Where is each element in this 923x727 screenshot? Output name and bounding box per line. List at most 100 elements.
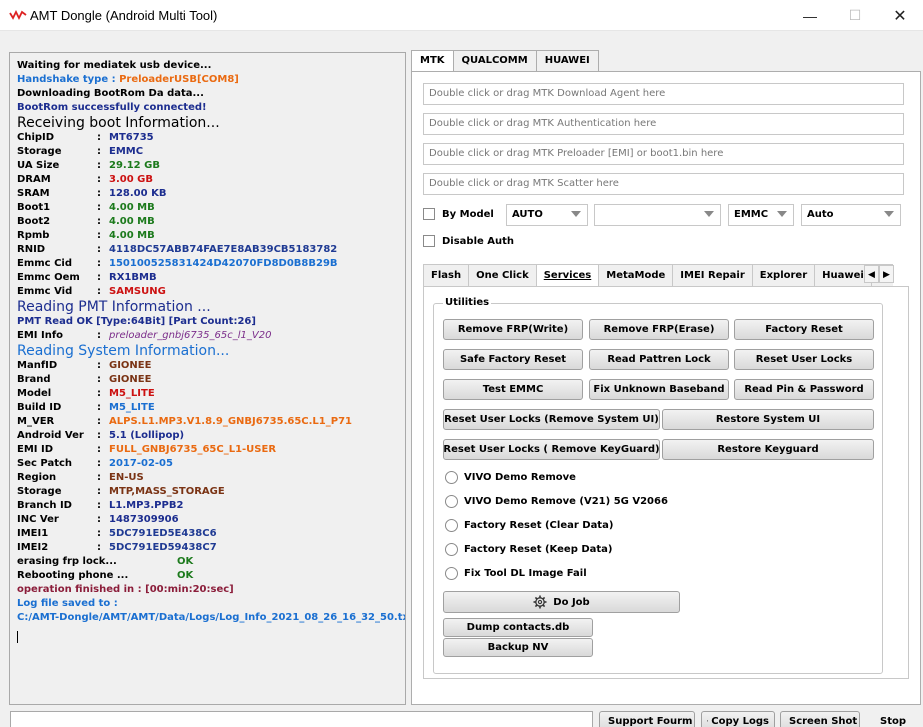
log-label: Sec Patch <box>17 458 73 469</box>
sub-model-combo[interactable] <box>594 204 721 226</box>
fix-unknown-baseband-button[interactable]: Fix Unknown Baseband <box>589 379 729 400</box>
log-value: 4.00 MB <box>109 216 155 227</box>
log-value: 4.00 MB <box>109 230 155 241</box>
status-field[interactable] <box>10 711 593 727</box>
log-separator: : <box>97 272 101 283</box>
model-combo[interactable]: AUTO <box>506 204 588 226</box>
tab-huawei[interactable]: HUAWEI <box>535 50 599 71</box>
log-label: M_VER <box>17 416 55 427</box>
log-label: EMI Info <box>17 330 64 341</box>
read-pin-password-button[interactable]: Read Pin & Password <box>734 379 874 400</box>
log-line: Model: M5_LITE <box>17 387 405 401</box>
screenshot-label: Screen Shot <box>789 715 858 727</box>
log-value: 3.00 GB <box>109 174 153 185</box>
log-line: Emmc Vid: SAMSUNG <box>17 285 405 299</box>
log-value: 5DC791ED5E438C6 <box>109 528 217 539</box>
scatter-field[interactable]: Double click or drag MTK Scatter here <box>423 173 904 195</box>
log-value: GIONEE <box>109 374 152 385</box>
log-label: Boot1 <box>17 202 51 213</box>
authentication-field[interactable]: Double click or drag MTK Authentication … <box>423 113 904 135</box>
log-line: Handshake type : PreloaderUSB[COM8] <box>17 73 405 87</box>
chevron-down-icon <box>571 211 581 217</box>
radio-factory-reset-keep[interactable] <box>445 543 458 556</box>
log-label: Rpmb <box>17 230 50 241</box>
backup-nv-button[interactable]: Backup NV <box>443 638 593 657</box>
remove-frp-write-button[interactable]: Remove FRP(Write) <box>443 319 583 340</box>
log-separator: : <box>97 388 101 399</box>
tab-services[interactable]: Services <box>535 264 600 287</box>
test-emmc-button[interactable]: Test EMMC <box>443 379 583 400</box>
log-value: 4118DC57ABB74FAE7E8AB39CB5183782 <box>109 244 338 255</box>
log-line: UA Size:29.12 GB <box>17 159 405 173</box>
radio-fix-tool-dl-image[interactable] <box>445 567 458 580</box>
log-line: Waiting for mediatek usb device... <box>17 59 405 73</box>
close-button[interactable]: ✕ <box>877 0 923 31</box>
log-line: Downloading BootRom Da data... <box>17 87 405 101</box>
radio-factory-reset-clear[interactable] <box>445 519 458 532</box>
log-line: Emmc Cid:150100525831424D42070FD8D0B8B29… <box>17 257 405 271</box>
disable-auth-checkbox[interactable] <box>423 235 435 247</box>
maximize-button[interactable]: ☐ <box>832 0 878 31</box>
log-value: preloader_gnbj6735_65c_l1_V20 <box>109 330 272 341</box>
log-separator: : <box>97 542 101 553</box>
log-line: Android Ver:5.1 (Lollipop) <box>17 429 405 443</box>
tab-imei-repair[interactable]: IMEI Repair <box>672 264 753 287</box>
log-line: IMEI1:5DC791ED5E438C6 <box>17 527 405 541</box>
tab-mtk[interactable]: MTK <box>411 50 454 72</box>
log-label: erasing frp lock... <box>17 556 117 567</box>
log-line: BootRom successfully connected! <box>17 101 405 115</box>
log-separator: : <box>97 402 101 413</box>
tab-qualcomm[interactable]: QUALCOMM <box>452 50 537 71</box>
minimize-button[interactable]: — <box>787 0 833 31</box>
scroll-left-icon[interactable]: ◀ <box>864 265 879 283</box>
tab-metamode[interactable]: MetaMode <box>598 264 674 287</box>
read-pattern-lock-button[interactable]: Read Pattren Lock <box>589 349 729 370</box>
reset-user-locks-button[interactable]: Reset User Locks <box>734 349 874 370</box>
log-separator: : <box>97 216 101 227</box>
log-text: BootRom successfully connected! <box>17 102 207 113</box>
preloader-field[interactable]: Double click or drag MTK Preloader [EMI]… <box>423 143 904 165</box>
reset-user-locks-remove-system-ui-button[interactable]: Reset User Locks (Remove System UI) <box>443 409 660 430</box>
tab-one-click[interactable]: One Click <box>468 264 537 287</box>
copy-logs-label: Copy Logs <box>711 715 769 727</box>
radio-vivo-demo-remove[interactable] <box>445 471 458 484</box>
radio-vivo-demo-remove-v21[interactable] <box>445 495 458 508</box>
log-label: Boot2 <box>17 216 51 227</box>
log-separator: : <box>97 202 101 213</box>
remove-frp-erase-button[interactable]: Remove FRP(Erase) <box>589 319 729 340</box>
tab-explorer[interactable]: Explorer <box>751 264 816 287</box>
download-agent-field[interactable]: Double click or drag MTK Download Agent … <box>423 83 904 105</box>
log-line: Log file saved to : <box>17 597 405 611</box>
log-separator: : <box>97 230 101 241</box>
log-line: Boot2:4.00 MB <box>17 215 405 229</box>
log-label: UA Size <box>17 160 60 171</box>
scroll-right-icon[interactable]: ▶ <box>879 265 894 283</box>
log-line: Reading System Information... <box>17 343 405 359</box>
log-separator: : <box>97 258 101 269</box>
storage-combo[interactable]: EMMC <box>728 204 794 226</box>
factory-reset-button[interactable]: Factory Reset <box>734 319 874 340</box>
by-model-checkbox[interactable] <box>423 208 435 220</box>
copy-logs-button[interactable]: Copy Logs <box>701 711 775 727</box>
log-line: erasing frp lock... OK <box>17 555 405 569</box>
tab-flash[interactable]: Flash <box>423 264 470 287</box>
title-bar: AMT Dongle (Android Multi Tool) — ☐ ✕ <box>0 0 923 31</box>
support-forum-button[interactable]: Support Fourm <box>599 711 695 727</box>
log-panel[interactable]: Waiting for mediatek usb device... Handsh… <box>9 52 406 705</box>
safe-factory-reset-button[interactable]: Safe Factory Reset <box>443 349 583 370</box>
do-job-button[interactable]: Do Job <box>443 591 680 613</box>
log-label: INC Ver <box>17 514 59 525</box>
log-value: M5_LITE <box>109 402 155 413</box>
auto-combo[interactable]: Auto <box>801 204 901 226</box>
dump-contacts-button[interactable]: Dump contacts.db <box>443 618 593 637</box>
stop-button[interactable]: Stop <box>880 716 906 727</box>
screenshot-button[interactable]: Screen Shot <box>780 711 860 727</box>
log-value: 128.00 KB <box>109 188 167 199</box>
log-value: SAMSUNG <box>109 286 166 297</box>
reset-user-locks-remove-keyguard-button[interactable]: Reset User Locks ( Remove KeyGuard) <box>443 439 660 460</box>
log-value: 29.12 GB <box>109 160 160 171</box>
restore-keyguard-button[interactable]: Restore Keyguard <box>662 439 874 460</box>
log-line: Receiving boot Information... <box>17 115 405 131</box>
log-line: EMI ID: FULL_GNBJ6735_65C_L1-USER <box>17 443 405 457</box>
restore-system-ui-button[interactable]: Restore System UI <box>662 409 874 430</box>
